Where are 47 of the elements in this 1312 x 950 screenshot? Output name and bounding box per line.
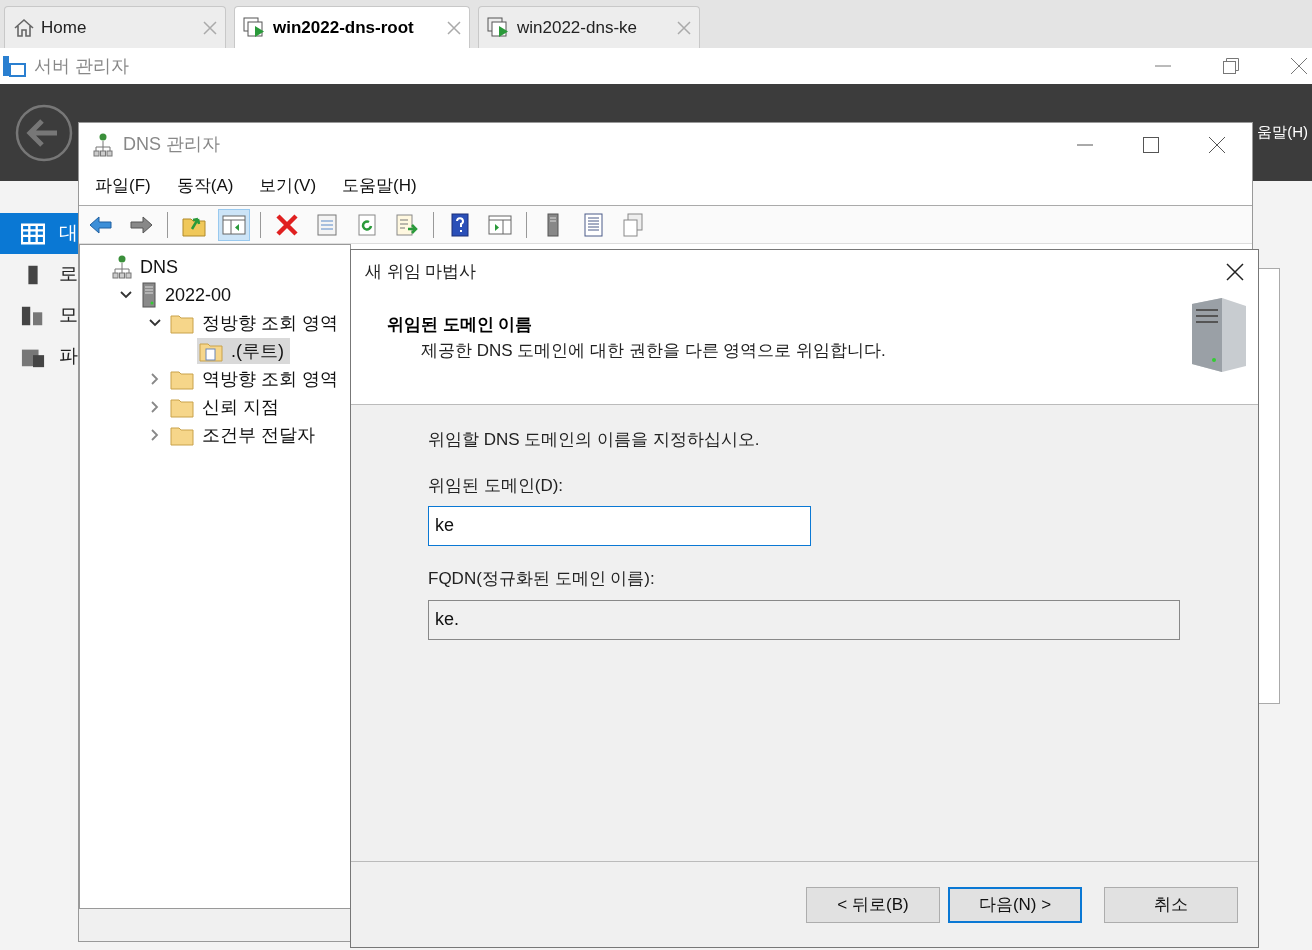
- menu-item[interactable]: 움말(H): [1257, 121, 1308, 144]
- dialog-button[interactable]: < 뒤로(B): [806, 886, 940, 923]
- zone-file-icon: [199, 340, 223, 362]
- folder-icon: [170, 396, 194, 418]
- sidebar-item[interactable]: 모: [0, 295, 78, 336]
- window-title: 서버 관리자: [34, 54, 129, 78]
- tree-item[interactable]: 2022-00: [139, 282, 238, 308]
- menu-item[interactable]: 보기(V): [259, 172, 317, 199]
- menu-item[interactable]: 동작(A): [176, 172, 234, 199]
- grid-icon: [21, 221, 45, 246]
- browser-tab[interactable]: win2022-dns-root: [234, 6, 470, 48]
- server-icon: [141, 282, 157, 308]
- close-icon[interactable]: [1208, 135, 1226, 154]
- maximize-icon[interactable]: [1142, 135, 1160, 154]
- tree-item[interactable]: 역방향 조회 영역: [168, 366, 344, 392]
- menu-item[interactable]: 파일(F): [95, 172, 151, 199]
- menu-item[interactable]: 도움말(H): [342, 172, 417, 199]
- instruction-text: 위임할 DNS 도메인의 이름을 지정하십시오.: [428, 429, 761, 451]
- network-icon: [93, 132, 113, 157]
- tree-item[interactable]: 신뢰 지점: [168, 394, 285, 420]
- page-heading: 위임된 도메인 이름: [387, 314, 534, 336]
- network-icon: [112, 255, 132, 279]
- tree-item[interactable]: 정방향 조회 영역: [168, 310, 344, 336]
- sidebar-item[interactable]: 대: [0, 213, 78, 254]
- dialog-button[interactable]: 취소: [1104, 886, 1238, 923]
- folder-icon: [170, 424, 194, 446]
- restore-icon[interactable]: [1222, 57, 1240, 75]
- tree-item[interactable]: DNS: [110, 254, 184, 280]
- dialog-button[interactable]: 다음(N) >: [948, 886, 1082, 923]
- vm-play-icon: [487, 16, 511, 39]
- browser-tab[interactable]: Home: [4, 6, 226, 48]
- browser-tab[interactable]: win2022-dns-ke: [478, 6, 700, 48]
- vm-play-icon: [243, 16, 267, 39]
- window-title: DNS 관리자: [123, 133, 220, 156]
- tree-item[interactable]: 조건부 전달자: [168, 422, 321, 448]
- folder-icon: [170, 368, 194, 390]
- close-icon[interactable]: [1226, 263, 1244, 281]
- field-label: 위임된 도메인(D):: [428, 474, 565, 497]
- input-field[interactable]: ke: [428, 506, 811, 546]
- tree-item[interactable]: .(루트): [197, 338, 290, 364]
- dialog-title: 새 위임 마법사: [365, 261, 477, 284]
- sidebar-item[interactable]: 로: [0, 254, 78, 295]
- home-icon: [13, 17, 35, 38]
- sidebar-item[interactable]: 파: [0, 336, 78, 377]
- page-subtitle: 제공한 DNS 도메인에 대한 권한을 다른 영역으로 위임합니다.: [420, 339, 886, 362]
- field-label: FQDN(정규화된 도메인 이름):: [428, 568, 656, 590]
- folder-icon: [170, 312, 194, 334]
